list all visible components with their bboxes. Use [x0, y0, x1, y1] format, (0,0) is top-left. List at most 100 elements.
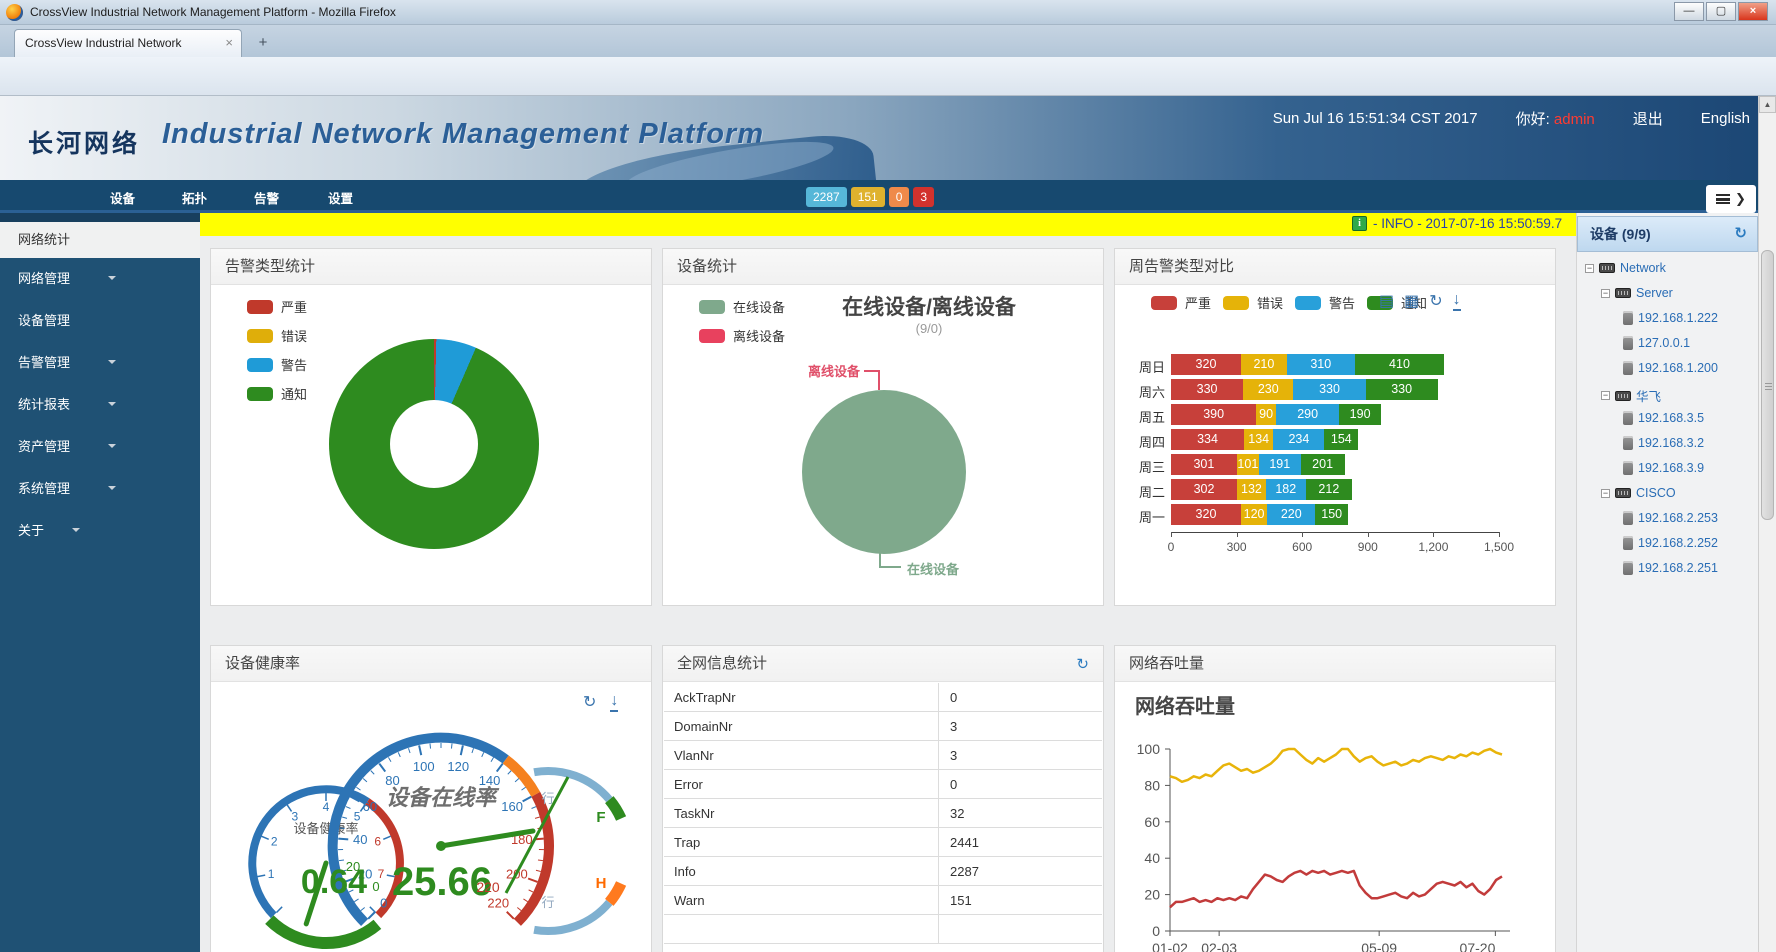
bar-segment[interactable]: 290: [1276, 404, 1339, 425]
legend-item[interactable]: 严重: [247, 297, 307, 316]
device-icon: [1623, 461, 1633, 475]
legend-item[interactable]: 错误: [247, 326, 307, 345]
bar-segment[interactable]: 220: [1267, 504, 1315, 525]
device-panel-header: 设备 (9/9) ↻: [1577, 216, 1758, 252]
bar-segment[interactable]: 90: [1256, 404, 1276, 425]
table-row[interactable]: TaskNr32: [664, 799, 1102, 828]
legend-item[interactable]: 通知: [247, 384, 307, 403]
bar-segment[interactable]: 330: [1171, 379, 1243, 400]
alarm-badge-3[interactable]: 0: [889, 187, 910, 207]
bar-segment[interactable]: 390: [1171, 404, 1256, 425]
collapse-icon[interactable]: −: [1601, 489, 1610, 498]
scrollbar-up-arrow[interactable]: ▲: [1759, 96, 1776, 113]
bar-segment[interactable]: 330: [1366, 379, 1438, 400]
legend-item[interactable]: 警告: [247, 355, 307, 374]
sidebar-item-6[interactable]: 资产管理: [0, 426, 200, 468]
sidebar-item-2[interactable]: 网络管理: [0, 258, 200, 300]
table-row[interactable]: Error0: [664, 770, 1102, 799]
tree-node-device[interactable]: 192.168.2.253: [1623, 511, 1718, 525]
minimize-button[interactable]: —: [1674, 2, 1704, 21]
tree-node-label: 192.168.2.251: [1638, 561, 1718, 575]
device-panel-toggle-button[interactable]: ❯: [1706, 185, 1756, 213]
bar-segment[interactable]: 230: [1243, 379, 1293, 400]
tree-node-group[interactable]: −Server: [1601, 286, 1673, 300]
x-tick-label: 900: [1358, 540, 1378, 554]
sidebar-item-5[interactable]: 统计报表: [0, 384, 200, 426]
tab-close-icon[interactable]: ×: [225, 35, 233, 50]
tree-node-group[interactable]: −Network: [1585, 261, 1666, 275]
bar-segment[interactable]: 182: [1266, 479, 1306, 500]
bar-segment[interactable]: 310: [1287, 354, 1355, 375]
tree-node-device[interactable]: 192.168.3.5: [1623, 411, 1704, 425]
tree-node-device[interactable]: 192.168.1.200: [1623, 361, 1718, 375]
bar-segment[interactable]: 191: [1259, 454, 1301, 475]
bar-segment[interactable]: 134: [1244, 429, 1273, 450]
device-pie-chart: [802, 390, 966, 554]
scrollbar-thumb[interactable]: [1761, 250, 1774, 520]
table-row[interactable]: VlanNr3: [664, 741, 1102, 770]
tree-node-device[interactable]: 192.168.1.222: [1623, 311, 1718, 325]
device-icon: [1623, 411, 1633, 425]
bar-segment[interactable]: 334: [1171, 429, 1244, 450]
bar-segment[interactable]: 120: [1241, 504, 1267, 525]
bar-row: 334134234154: [1171, 429, 1358, 450]
refresh-icon[interactable]: ↻: [1734, 217, 1747, 251]
bar-segment[interactable]: 101: [1237, 454, 1259, 475]
bar-segment[interactable]: 212: [1306, 479, 1352, 500]
tree-node-group[interactable]: −CISCO: [1601, 486, 1676, 500]
alarm-badge-2[interactable]: 151: [851, 187, 885, 207]
sidebar-item-4[interactable]: 告警管理: [0, 342, 200, 384]
table-row[interactable]: AckTrapNr0: [664, 683, 1102, 712]
bar-segment[interactable]: 234: [1273, 429, 1324, 450]
tree-node-device[interactable]: 192.168.3.9: [1623, 461, 1704, 475]
nav-item-4[interactable]: 设置: [328, 188, 353, 207]
nav-item-1[interactable]: 设备: [110, 188, 135, 207]
table-row[interactable]: DomainNr3: [664, 712, 1102, 741]
bar-segment[interactable]: 190: [1339, 404, 1381, 425]
bar-segment[interactable]: 201: [1301, 454, 1345, 475]
bar-segment[interactable]: 132: [1237, 479, 1266, 500]
table-row[interactable]: Info2287: [664, 857, 1102, 886]
table-row[interactable]: Warn151: [664, 886, 1102, 915]
maximize-button[interactable]: ▢: [1706, 2, 1736, 21]
axis-tick: [1171, 532, 1172, 537]
svg-text:02-03: 02-03: [1201, 940, 1237, 952]
nav-item-2[interactable]: 拓扑: [182, 188, 207, 207]
browser-tab[interactable]: CrossView Industrial Network ×: [14, 29, 242, 57]
bar-segment[interactable]: 150: [1315, 504, 1348, 525]
refresh-icon[interactable]: ↻: [1076, 655, 1089, 673]
language-link[interactable]: English: [1701, 110, 1750, 127]
sidebar-item-1[interactable]: 网络统计: [0, 222, 200, 258]
table-row[interactable]: Trap2441: [664, 828, 1102, 857]
tree-node-device[interactable]: 192.168.2.252: [1623, 536, 1718, 550]
sidebar-item-3[interactable]: 设备管理: [0, 300, 200, 342]
tree-node-device[interactable]: 192.168.2.251: [1623, 561, 1718, 575]
bar-segment[interactable]: 330: [1293, 379, 1365, 400]
collapse-icon[interactable]: −: [1585, 264, 1594, 273]
sidebar-item-8[interactable]: 关于: [0, 510, 200, 552]
bar-segment[interactable]: 302: [1171, 479, 1237, 500]
bar-segment[interactable]: 410: [1355, 354, 1445, 375]
collapse-icon[interactable]: −: [1601, 289, 1610, 298]
browser-toolbar: ← i localhost:8080/Crossview/pages/dashb…: [0, 57, 1776, 96]
alarm-badge-1[interactable]: 2287: [806, 187, 847, 207]
alarm-badge-4[interactable]: 3: [913, 187, 934, 207]
tree-node-group[interactable]: −华飞: [1601, 386, 1661, 405]
sidebar-item-7[interactable]: 系统管理: [0, 468, 200, 510]
tree-node-label: 192.168.2.252: [1638, 536, 1718, 550]
bar-segment[interactable]: 301: [1171, 454, 1237, 475]
bar-segment[interactable]: 320: [1171, 354, 1241, 375]
table-row[interactable]: [664, 915, 1102, 944]
bar-segment[interactable]: 154: [1324, 429, 1358, 450]
bar-segment[interactable]: 210: [1241, 354, 1287, 375]
collapse-icon[interactable]: −: [1601, 391, 1610, 400]
close-button[interactable]: ×: [1738, 2, 1768, 21]
tree-node-device[interactable]: 127.0.0.1: [1623, 336, 1690, 350]
logout-link[interactable]: 退出: [1633, 108, 1663, 129]
svg-text:60: 60: [1144, 814, 1160, 830]
bar-segment[interactable]: 320: [1171, 504, 1241, 525]
page-scrollbar[interactable]: ▲: [1758, 96, 1776, 952]
nav-item-3[interactable]: 告警: [254, 188, 279, 207]
new-tab-button[interactable]: +: [250, 33, 276, 53]
tree-node-device[interactable]: 192.168.3.2: [1623, 436, 1704, 450]
